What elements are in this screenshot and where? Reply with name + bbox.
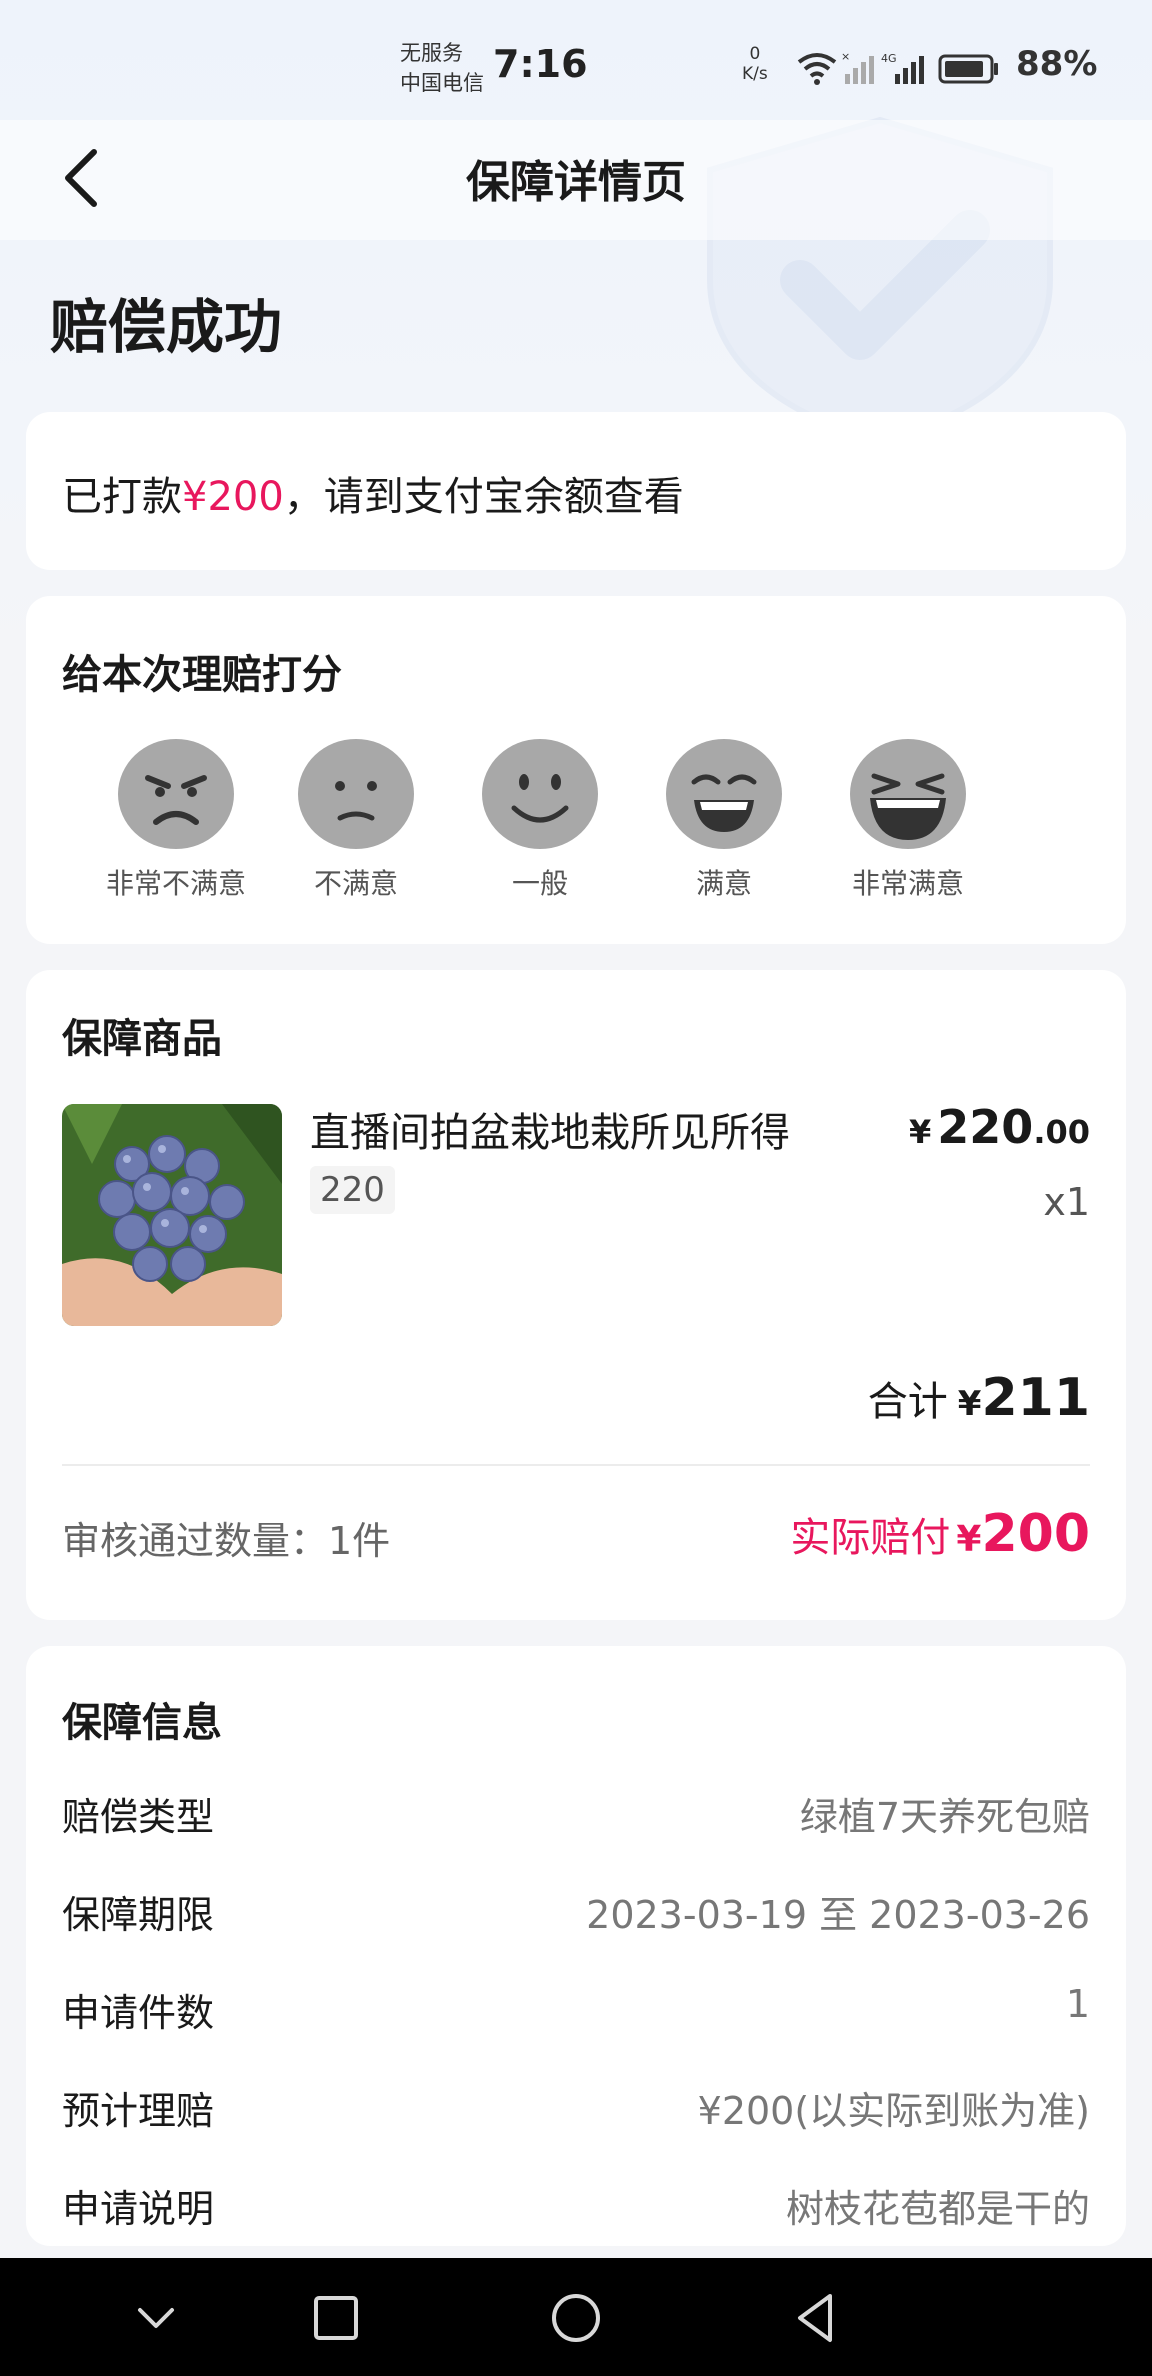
frown-face-icon[interactable] (296, 736, 416, 852)
info-title: 保障信息 (62, 1700, 222, 1746)
approved-quantity: 审核通过数量：1件 (62, 1519, 391, 1563)
payout-amount: ¥200 (182, 474, 284, 520)
battery-icon (938, 54, 998, 84)
info-key: 保障期限 (62, 1893, 215, 1937)
rating-title: 给本次理赔打分 (62, 652, 342, 698)
rating-label-dissatisfied: 不满意 (313, 867, 398, 900)
wifi-icon (797, 53, 837, 85)
info-value: ¥200(以实际到账为准) (697, 2089, 1090, 2133)
svg-text:4G: 4G (881, 52, 897, 65)
status-icons: × 4G (795, 48, 1010, 92)
total-amount: 211 (981, 1368, 1090, 1428)
product-quantity: x1 (1043, 1180, 1090, 1224)
actual-compensation: 实际赔付 ¥200 (790, 1504, 1090, 1564)
net-speed-unit: K/s (742, 64, 768, 84)
page-title: 保障详情页 (466, 157, 686, 208)
net-speed: 0 K/s (742, 44, 768, 84)
rating-label-very-satisfied: 非常满意 (851, 867, 964, 900)
recents-square-icon[interactable] (306, 2288, 366, 2348)
rating-card: 给本次理赔打分 非常不满意 不满意 一般 满意 非常满意 (26, 596, 1126, 944)
info-value: 1 (1065, 1982, 1090, 2026)
product-name[interactable]: 直播间拍盆栽地栽所见所得 (310, 1100, 790, 1158)
signal-wifi-battery-icons: × 4G (797, 50, 998, 85)
battery-percent: 88% (1016, 44, 1098, 84)
rating-option-neutral[interactable]: 一般 (450, 736, 630, 902)
actual-label: 实际赔付 (790, 1515, 951, 1561)
nav-bar: 保障详情页 (0, 120, 1152, 240)
status-bar: 无服务 中国电信 7:16 0 K/s × 4G 88% (0, 0, 1152, 120)
total-label: 合计 (867, 1379, 948, 1425)
rating-option-very-dissatisfied[interactable]: 非常不满意 (86, 736, 266, 902)
carrier-status-text: 无服务 (400, 41, 463, 65)
home-circle-icon[interactable] (546, 2288, 606, 2348)
signal-no-service-icon: × (841, 50, 874, 84)
rating-option-very-satisfied[interactable]: 非常满意 (818, 736, 998, 902)
system-nav-bar (0, 2258, 1152, 2376)
payout-card: 已打款¥200，请到支付宝余额查看 (26, 412, 1126, 570)
payout-prefix: 已打款 (62, 474, 182, 520)
info-key: 赔偿类型 (62, 1795, 215, 1839)
status-time: 7:16 (493, 42, 588, 86)
insured-goods-card: 保障商品 直播间拍盆栽地栽所见所得 220 ¥220.00 x1 合计 ¥211 … (26, 970, 1126, 1620)
rating-label-neutral: 一般 (511, 867, 568, 900)
info-key: 申请说明 (62, 2187, 215, 2231)
price-integer: 220 (937, 1100, 1034, 1154)
actual-amount: 200 (981, 1504, 1090, 1564)
info-value: 2023-03-19 至 2023-03-26 (586, 1893, 1090, 1937)
rating-option-satisfied[interactable]: 满意 (634, 736, 814, 902)
product-image[interactable] (62, 1104, 282, 1326)
total-row: 合计 ¥211 (868, 1368, 1090, 1428)
product-price: ¥220.00 (909, 1100, 1090, 1154)
back-triangle-icon[interactable] (786, 2288, 846, 2348)
claim-status-heading: 赔偿成功 (50, 293, 283, 361)
signal-4g-icon: 4G (881, 52, 924, 84)
divider (62, 1464, 1090, 1466)
carrier-name-text: 中国电信 (400, 71, 484, 95)
carrier-info: 无服务 中国电信 (400, 38, 484, 98)
rating-label-very-dissatisfied: 非常不满意 (105, 867, 246, 900)
total-currency: ¥ (957, 1384, 982, 1424)
blueberry-photo[interactable] (62, 1104, 282, 1326)
payout-suffix: ，请到支付宝余额查看 (283, 474, 684, 520)
price-decimal: .00 (1033, 1113, 1090, 1151)
net-speed-value: 0 (749, 44, 761, 64)
info-value: 树枝花苞都是干的 (785, 2187, 1090, 2231)
collapse-chevron-icon[interactable] (126, 2288, 186, 2348)
rating-label-satisfied: 满意 (695, 867, 752, 900)
actual-currency: ¥ (956, 1519, 982, 1560)
info-key: 申请件数 (62, 1991, 215, 2035)
goods-title: 保障商品 (62, 1016, 222, 1062)
laugh-face-icon[interactable] (848, 736, 968, 852)
angry-face-icon[interactable] (116, 736, 236, 852)
grin-face-icon[interactable] (664, 736, 784, 852)
payout-message: 已打款¥200，请到支付宝余额查看 (62, 464, 684, 522)
smile-face-icon[interactable] (480, 736, 600, 852)
product-spec: 220 (310, 1166, 395, 1214)
rating-option-dissatisfied[interactable]: 不满意 (266, 736, 446, 902)
price-currency: ¥ (909, 1113, 932, 1151)
info-key: 预计理赔 (62, 2089, 215, 2133)
svg-text:×: × (841, 50, 850, 63)
info-value: 绿植7天养死包赔 (799, 1795, 1090, 1839)
guarantee-info-card: 保障信息 赔偿类型 绿植7天养死包赔 保障期限 2023-03-19 至 202… (26, 1646, 1126, 2246)
